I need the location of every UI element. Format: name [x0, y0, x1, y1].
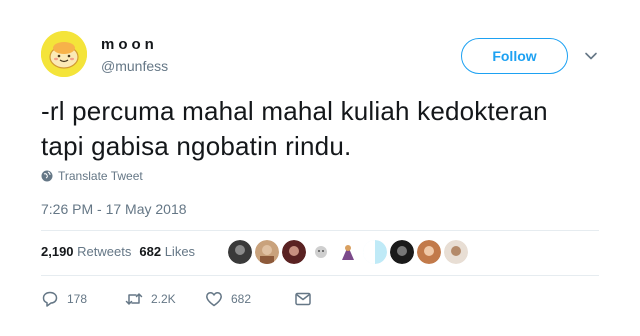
direct-message-button[interactable] [294, 290, 312, 308]
cartoon-egg-avatar-icon [41, 31, 87, 77]
liker-avatar[interactable] [336, 240, 360, 264]
chevron-down-icon[interactable] [583, 48, 599, 64]
retweets-stat-count: 2,190 [41, 244, 74, 259]
tweet-text: -rl percuma mahal mahal kuliah kedoktera… [41, 94, 611, 164]
liker-avatar[interactable] [282, 240, 306, 264]
translate-tweet-label: Translate Tweet [58, 169, 143, 183]
tweet-card: moon @munfess Follow -rl percuma mahal m… [0, 0, 640, 336]
tweet-text-line-2: tapi gabisa ngobatin rindu. [41, 131, 352, 161]
liker-avatar[interactable] [444, 240, 468, 264]
tweet-timestamp[interactable]: 7:26 PM - 17 May 2018 [41, 201, 187, 217]
likes-stat-label: Likes [164, 244, 196, 259]
envelope-icon [295, 292, 311, 306]
liker-avatar[interactable] [309, 240, 333, 264]
liker-avatar[interactable] [255, 240, 279, 264]
liker-avatar[interactable] [363, 240, 387, 264]
tweet-actions: 178 2.2K 682 [41, 288, 312, 310]
reply-icon [42, 291, 58, 307]
liker-avatar[interactable] [390, 240, 414, 264]
reply-count: 178 [67, 292, 88, 306]
like-count: 682 [231, 292, 252, 306]
tweet-text-line-1: -rl percuma mahal mahal kuliah kedoktera… [41, 96, 548, 126]
heart-icon [206, 292, 222, 307]
follow-button[interactable]: Follow [461, 38, 568, 74]
retweet-icon [125, 293, 143, 305]
avatar[interactable] [41, 31, 87, 77]
retweets-stat-label: Retweets [77, 244, 132, 259]
globe-icon [41, 170, 53, 182]
username[interactable]: @munfess [101, 58, 168, 74]
reply-button[interactable]: 178 [41, 290, 125, 308]
divider [41, 275, 599, 276]
retweet-count: 2.2K [151, 292, 176, 306]
likes-stat[interactable]: 682 Likes [139, 244, 195, 259]
engagement-stats: 2,190 Retweets 682 Likes [41, 244, 195, 259]
liker-avatar[interactable] [417, 240, 441, 264]
likes-stat-count: 682 [139, 244, 162, 259]
liker-avatar[interactable] [228, 240, 252, 264]
likers-avatar-row [228, 240, 468, 264]
retweets-stat[interactable]: 2,190 Retweets [41, 244, 131, 259]
display-name[interactable]: moon [101, 36, 158, 53]
divider [41, 230, 599, 231]
like-button[interactable]: 682 [205, 290, 294, 308]
retweet-button[interactable]: 2.2K [125, 290, 205, 308]
translate-tweet-link[interactable]: Translate Tweet [41, 169, 143, 183]
